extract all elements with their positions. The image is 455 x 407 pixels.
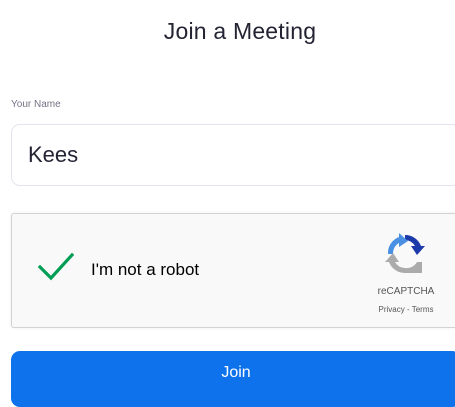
join-button[interactable]: Join <box>11 351 455 407</box>
checkmark-icon <box>37 252 75 281</box>
terms-link[interactable]: Terms <box>412 305 434 314</box>
recaptcha-checkbox[interactable] <box>37 252 75 282</box>
your-name-label: Your Name <box>11 99 61 110</box>
recaptcha-brand: reCAPTCHA <box>377 286 435 297</box>
recaptcha-label: I'm not a robot <box>91 260 200 279</box>
recaptcha-links: Privacy - Terms <box>356 305 455 314</box>
recaptcha-widget: I'm not a robot reCAPTCHA Privacy - Term… <box>11 213 455 328</box>
privacy-link[interactable]: Privacy <box>379 305 405 314</box>
links-separator: - <box>404 305 412 314</box>
page-title: Join a Meeting <box>163 18 317 44</box>
your-name-input[interactable] <box>11 124 455 186</box>
recaptcha-logo-icon <box>385 233 425 274</box>
